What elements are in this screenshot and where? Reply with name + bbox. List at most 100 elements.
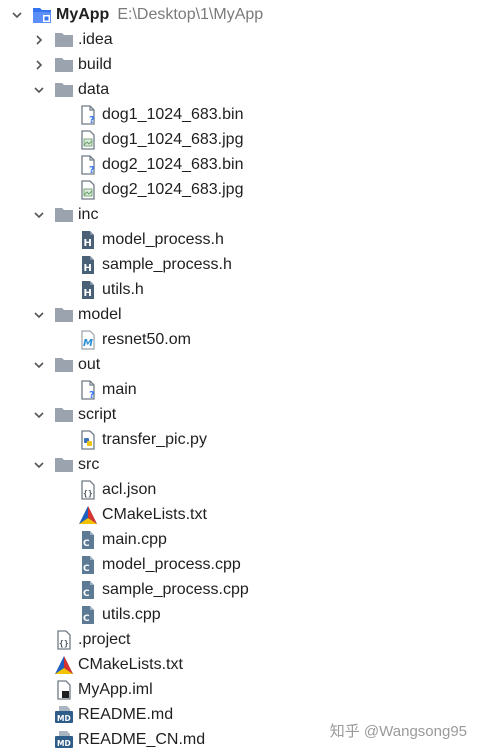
folder-label: inc — [78, 206, 99, 223]
chevron-down-icon[interactable] — [32, 352, 46, 377]
project-name: MyApp — [56, 6, 110, 23]
file-label: main — [102, 381, 137, 398]
svg-text:?: ? — [89, 165, 95, 175]
svg-text:MD: MD — [57, 739, 71, 748]
header-file-icon: H — [78, 230, 98, 250]
folder-row[interactable]: build — [0, 52, 479, 77]
unknown-file-icon: ? — [78, 104, 98, 125]
python-file-icon — [78, 429, 98, 450]
file-row[interactable]: CMakeLists.txt — [0, 502, 479, 527]
chevron-right-icon[interactable] — [32, 27, 46, 52]
folder-icon — [54, 455, 74, 475]
header-file-icon: H — [78, 255, 98, 275]
folder-label: .idea — [78, 31, 113, 48]
folder-icon — [54, 205, 74, 225]
folder-row[interactable]: .idea — [0, 27, 479, 52]
file-label: transfer_pic.py — [102, 431, 207, 448]
svg-text:C: C — [83, 589, 90, 599]
file-row[interactable]: ? dog1_1024_683.bin — [0, 102, 479, 127]
svg-text:H: H — [84, 288, 92, 299]
watermark: 知乎 @Wangsong95 — [329, 723, 467, 740]
file-label: .project — [78, 631, 131, 648]
json-file-icon: {} — [78, 479, 98, 500]
chevron-right-icon[interactable] — [32, 52, 46, 77]
folder-label: out — [78, 356, 101, 373]
folder-icon — [54, 30, 74, 50]
svg-text:C: C — [83, 614, 90, 624]
file-row[interactable]: dog1_1024_683.jpg — [0, 127, 479, 152]
chevron-down-icon[interactable] — [32, 202, 46, 227]
svg-text:MD: MD — [57, 714, 71, 723]
folder-row[interactable]: model — [0, 302, 479, 327]
file-label: dog1_1024_683.bin — [102, 106, 244, 123]
file-label: MyApp.iml — [78, 681, 153, 698]
folder-label: model — [78, 306, 122, 323]
svg-text:C: C — [83, 539, 90, 549]
file-row[interactable]: Cmodel_process.cpp — [0, 552, 479, 577]
folder-label: data — [78, 81, 110, 98]
file-row[interactable]: {} .project — [0, 627, 479, 652]
folder-row[interactable]: inc — [0, 202, 479, 227]
project-root-row[interactable]: MyApp E:\Desktop\1\MyApp — [0, 2, 479, 27]
unknown-file-icon: ? — [78, 379, 98, 400]
file-row[interactable]: Hsample_process.h — [0, 252, 479, 277]
chevron-down-icon[interactable] — [32, 77, 46, 102]
folder-icon — [54, 55, 74, 75]
xml-file-icon: {} — [54, 629, 74, 650]
file-row[interactable]: Hutils.h — [0, 277, 479, 302]
file-row[interactable]: Mresnet50.om — [0, 327, 479, 352]
file-row[interactable]: Csample_process.cpp — [0, 577, 479, 602]
file-label: utils.h — [102, 281, 144, 298]
file-label: sample_process.h — [102, 256, 232, 273]
folder-row[interactable]: src — [0, 452, 479, 477]
file-row[interactable]: CMakeLists.txt — [0, 652, 479, 677]
chevron-down-icon[interactable] — [32, 452, 46, 477]
folder-row[interactable]: script — [0, 402, 479, 427]
header-file-icon: H — [78, 280, 98, 300]
file-row[interactable]: ? main — [0, 377, 479, 402]
file-label: model_process.cpp — [102, 556, 241, 573]
chevron-down-icon[interactable] — [32, 302, 46, 327]
folder-icon — [54, 305, 74, 325]
svg-text:C: C — [83, 564, 90, 574]
file-label: README.md — [78, 706, 174, 723]
svg-text:{}: {} — [83, 489, 93, 498]
file-row[interactable]: ? dog2_1024_683.bin — [0, 152, 479, 177]
iml-file-icon — [54, 679, 74, 700]
file-row[interactable]: MyApp.iml — [0, 677, 479, 702]
file-row[interactable]: Cmain.cpp — [0, 527, 479, 552]
file-label: acl.json — [102, 481, 157, 498]
model-file-icon: M — [78, 329, 98, 350]
folder-label: build — [78, 56, 112, 73]
svg-text:?: ? — [89, 390, 95, 400]
cpp-file-icon: C — [78, 530, 98, 550]
cmake-file-icon — [54, 655, 74, 675]
file-label: model_process.h — [102, 231, 224, 248]
markdown-file-icon: MD — [54, 730, 74, 750]
project-path: E:\Desktop\1\MyApp — [117, 6, 264, 23]
svg-text:?: ? — [89, 115, 95, 125]
file-row[interactable]: Hmodel_process.h — [0, 227, 479, 252]
folder-row[interactable]: data — [0, 77, 479, 102]
folder-label: script — [78, 406, 117, 423]
image-file-icon — [78, 179, 98, 200]
chevron-down-icon[interactable] — [32, 402, 46, 427]
file-row[interactable]: transfer_pic.py — [0, 427, 479, 452]
file-row[interactable]: Cutils.cpp — [0, 602, 479, 627]
svg-text:M: M — [83, 338, 93, 349]
chevron-down-icon[interactable] — [10, 2, 24, 27]
image-file-icon — [78, 129, 98, 150]
project-folder-icon — [32, 5, 52, 25]
file-label: dog2_1024_683.jpg — [102, 181, 244, 198]
cpp-file-icon: C — [78, 555, 98, 575]
cmake-file-icon — [78, 505, 98, 525]
file-row[interactable]: {} acl.json — [0, 477, 479, 502]
file-label: CMakeLists.txt — [102, 506, 207, 523]
file-row[interactable]: dog2_1024_683.jpg — [0, 177, 479, 202]
svg-text:{}: {} — [59, 639, 69, 648]
folder-icon — [54, 355, 74, 375]
folder-row[interactable]: out — [0, 352, 479, 377]
file-label: utils.cpp — [102, 606, 161, 623]
project-tree: MyApp E:\Desktop\1\MyApp .idea build data? d… — [0, 0, 479, 751]
file-label: dog1_1024_683.jpg — [102, 131, 244, 148]
